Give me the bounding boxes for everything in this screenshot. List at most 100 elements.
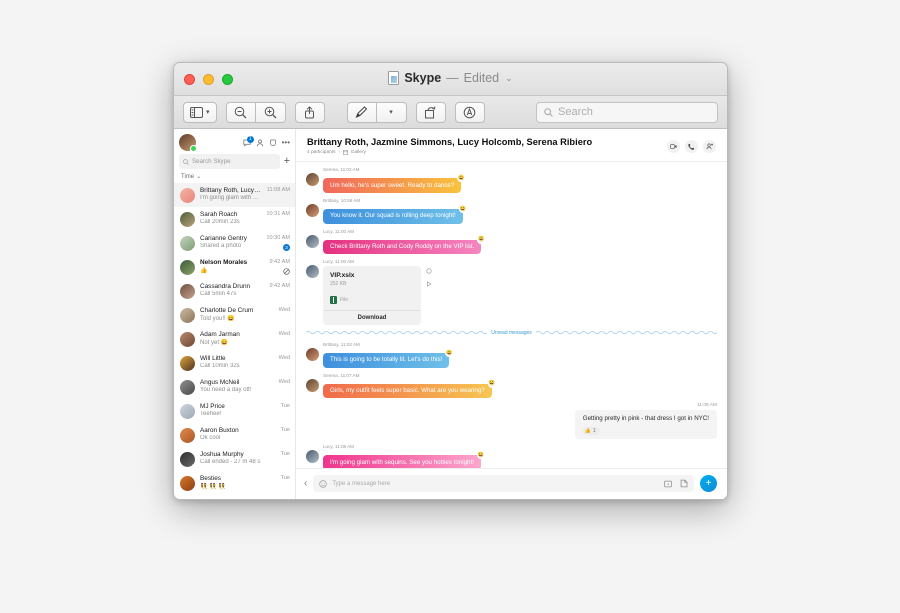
message-input[interactable]: Type a message here: [313, 475, 694, 492]
window-title: Skype — Edited ⌄: [174, 71, 727, 85]
chat-badge-icon[interactable]: 1: [243, 135, 254, 147]
chat-item-body: Carianne Gentry Shared a photo: [200, 235, 261, 249]
chat-list[interactable]: Brittany Roth, Lucy Hol…I'm going glam w…: [174, 183, 295, 499]
message-bubble[interactable]: This is going to be totally lit. Let's d…: [323, 348, 454, 368]
gallery-label[interactable]: Gallery: [351, 150, 366, 155]
add-reaction-icon[interactable]: 😀: [477, 235, 486, 244]
meet-now-icon[interactable]: [269, 139, 277, 147]
message-reaction[interactable]: 👍 1: [582, 427, 600, 436]
annotate-icon: [463, 106, 476, 118]
chat-item-body: Adam Jarman Not yet 😄: [200, 331, 274, 346]
message-bubble[interactable]: Um hello, he's super sweet. Ready to dan…: [323, 174, 466, 193]
chat-list-item[interactable]: Sarah Roach Call 20min 23s 10:31 AM: [174, 207, 295, 231]
skype-sidebar: 1 ••• Search Skype + Time ⌄ Brittany Rot…: [174, 129, 296, 499]
rotate-button[interactable]: [415, 101, 446, 123]
chat-item-preview: Call 10min 32s: [200, 363, 240, 369]
add-reaction-icon[interactable]: 😀: [476, 451, 485, 460]
zoom-out-icon: [234, 106, 247, 118]
back-button[interactable]: ‹: [304, 478, 307, 489]
more-options-icon[interactable]: [426, 268, 432, 274]
message-bubble[interactable]: Getting pretty in pink - that dress I go…: [574, 410, 717, 440]
chat-list-item[interactable]: Carianne Gentry Shared a photo 10:30 AM 3: [174, 231, 295, 255]
message-list[interactable]: Serena, 11:02 AM Um hello, he's super swe…: [296, 162, 727, 468]
message-bubble[interactable]: Check Brittany Roth and Cody Roddy on th…: [323, 235, 486, 255]
add-people-icon[interactable]: [703, 140, 716, 153]
chat-item-body: Nelson Morales 👍: [200, 259, 264, 274]
preview-play-icon[interactable]: [426, 280, 432, 287]
gallery-icon[interactable]: [342, 150, 348, 155]
sidebar-search-row: Search Skype +: [174, 154, 295, 173]
incoming-message: Brittany, 11:02 AM This is going to be to…: [306, 342, 717, 368]
add-reaction-icon[interactable]: 😀: [458, 204, 467, 213]
avatar: [180, 212, 195, 227]
video-call-icon[interactable]: [667, 140, 680, 153]
message-avatar: [306, 203, 319, 217]
avatar: [180, 308, 195, 323]
message-avatar: [306, 378, 319, 392]
chat-item-time: Wed: [278, 307, 290, 313]
search-placeholder: Search Skype: [192, 158, 231, 165]
chat-list-item[interactable]: Angus McNeil You need a day off! Wed: [174, 375, 295, 399]
add-reaction-icon[interactable]: 😀: [487, 379, 496, 388]
download-button[interactable]: Download: [323, 309, 421, 325]
chat-item-name: Nelson Morales: [200, 259, 248, 266]
chat-item-preview: 👍: [200, 268, 208, 274]
more-options-icon[interactable]: •••: [282, 138, 290, 146]
time-filter[interactable]: Time ⌄: [174, 173, 295, 183]
chat-item-meta: 9:42 AM: [269, 283, 290, 289]
file-attachment-card[interactable]: VIP.xslx 252 KB File Download: [323, 265, 432, 325]
chat-list-item[interactable]: Nelson Morales 👍 9:42 AM: [174, 255, 295, 279]
message-body: Brittany, 11:02 AM This is going to be to…: [323, 342, 454, 368]
window-titlebar[interactable]: Skype — Edited ⌄: [174, 63, 727, 96]
chat-item-meta: 11:08 AM: [267, 187, 290, 193]
message-bubble[interactable]: I'm going glam with sequins. See you hot…: [323, 451, 485, 468]
sidebar-view-button[interactable]: ▾: [183, 101, 217, 123]
chat-list-item[interactable]: Brittany Roth, Lucy Hol…I'm going glam w…: [174, 183, 295, 207]
message-bubble[interactable]: Girls, my outfit feels super basic. What…: [323, 379, 496, 399]
message-body: 11:08 AM Getting pretty in pink - that dr…: [574, 403, 717, 440]
chat-list-item[interactable]: MJ Price Teehee! Tue: [174, 399, 295, 423]
participants-count: 4 participants: [307, 150, 336, 155]
message-body: Serena, 11:07 AM Girls, my outfit feels s…: [323, 372, 496, 399]
message-meta: Serena, 11:07 AM: [323, 372, 360, 378]
gif-icon[interactable]: [664, 480, 672, 488]
zoom-in-button[interactable]: [255, 101, 286, 123]
share-icon: [305, 105, 315, 118]
chat-list-item[interactable]: Besties 👯 👯 👯 Tue: [174, 471, 295, 495]
chat-item-preview: Not yet 😄: [200, 340, 229, 346]
zoom-in-icon: [264, 106, 276, 118]
markup-button[interactable]: [346, 101, 377, 123]
message-placeholder: Type a message here: [332, 480, 391, 487]
chat-list-item[interactable]: Aaron Buxton Ok cool Tue: [174, 423, 295, 447]
annotate-button[interactable]: [454, 101, 485, 123]
chat-list-item[interactable]: Adam Jarman Not yet 😄 Wed: [174, 327, 295, 351]
chat-item-body: Cassandra Drunn Call 5min 47s: [200, 283, 264, 297]
send-button[interactable]: +: [700, 475, 717, 492]
add-reaction-icon[interactable]: 😀: [457, 174, 466, 182]
chat-list-item[interactable]: Joshua Murphy Call ended - 27 m 48 s Tue: [174, 447, 295, 471]
markup-options-button[interactable]: ▾: [376, 101, 407, 123]
chat-list-item[interactable]: Cassandra Drunn Call 5min 47s 9:42 AM: [174, 279, 295, 303]
add-contact-icon[interactable]: [256, 139, 264, 147]
search-input[interactable]: Search Skype: [179, 154, 280, 169]
my-avatar[interactable]: [179, 134, 197, 152]
zoom-out-button[interactable]: [225, 101, 256, 123]
emoji-icon[interactable]: [319, 479, 328, 488]
chat-list-item[interactable]: Will Little Call 10min 32s Wed: [174, 351, 295, 375]
toolbar-search-field[interactable]: Search: [536, 101, 718, 123]
chat-list-item[interactable]: Charlotte De Crum Told you!! 😄 Wed: [174, 303, 295, 327]
new-chat-button[interactable]: +: [284, 156, 290, 167]
attach-icon[interactable]: [680, 479, 688, 488]
chat-item-meta: 10:31 AM: [266, 211, 290, 217]
share-button[interactable]: [294, 101, 325, 123]
chat-item-name: Charlotte De Crum: [200, 307, 254, 314]
preview-toolbar: ▾ ▾ Search: [174, 96, 727, 129]
message-meta: Brittany, 10:59 AM: [323, 197, 361, 203]
zoom-button-group: [225, 101, 286, 123]
audio-call-icon[interactable]: [685, 140, 698, 153]
chevron-down-icon[interactable]: ⌄: [505, 73, 513, 84]
message-bubble[interactable]: You know it. Our squad is rolling deep t…: [323, 204, 467, 224]
chat-item-preview: You need a day off!: [200, 387, 252, 393]
chat-item-meta: Wed: [279, 379, 290, 385]
add-reaction-icon[interactable]: 😀: [445, 348, 454, 357]
